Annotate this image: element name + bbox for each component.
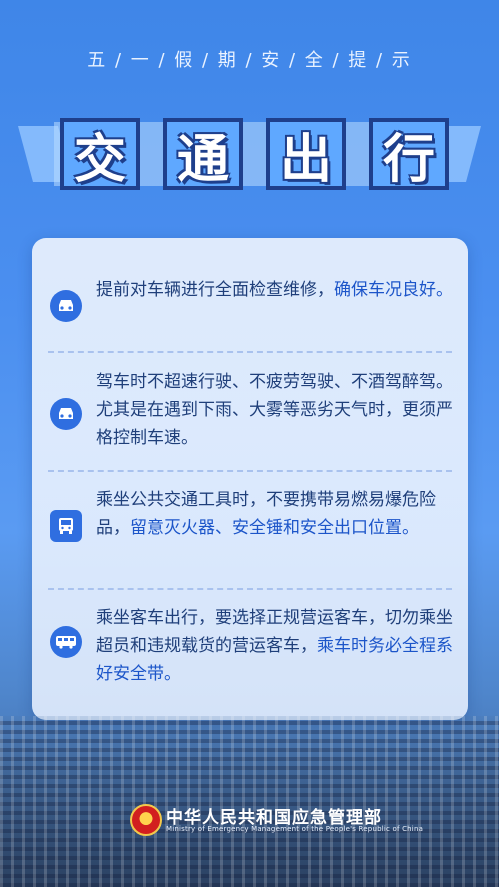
org-name-en: Ministry of Emergency Management of the … [166,825,424,833]
bus-icon [50,510,82,542]
coach-icon [50,626,82,658]
tip-text: 驾车时不超速行驶、不疲劳驾驶、不酒驾醉驾。尤其是在遇到下雨、大雾等恶劣天气时，更… [96,372,453,448]
tip-text: 乘坐客车出行，要选择正规营运客车，切勿乘坐超员和违规载货的营运客车，乘车时务必全… [96,608,453,684]
title-char: 交 [73,129,126,190]
car-front-icon [50,290,82,322]
tips-card: 提前对车辆进行全面检查维修，确保车况良好。 驾车时不超速行驶、不疲劳驾驶、不酒驾… [32,238,468,720]
car-front-icon [50,398,82,430]
national-emblem-icon [130,804,162,836]
traffic-photo [0,716,499,887]
divider [48,351,452,353]
subtitle: 五 / 一 / 假 / 期 / 安 / 全 / 提 / 示 [87,50,412,71]
divider [48,470,452,472]
page-title: 交 通 出 行 [64,118,455,190]
title-char: 通 [176,129,229,190]
tip-text: 乘坐公共交通工具时，不要携带易燃易爆危险品，留意灭火器、安全锤和安全出口位置。 [96,490,436,538]
tip-text: 提前对车辆进行全面检查维修，确保车况良好。 [96,280,453,300]
divider [48,588,452,590]
title-char: 出 [279,129,332,190]
title-char: 行 [382,129,435,190]
